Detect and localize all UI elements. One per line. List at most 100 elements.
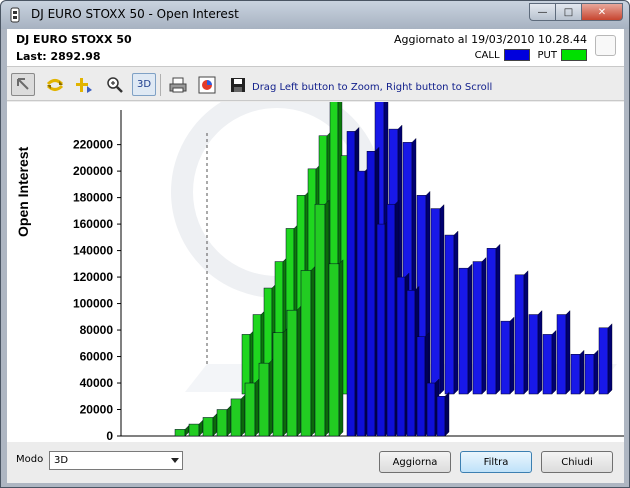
call-front-bar <box>386 203 396 437</box>
call-back-bar <box>514 274 525 395</box>
call-back-bar-side <box>495 243 501 395</box>
call-back-bar-side <box>565 310 571 395</box>
chart-properties-icon <box>198 76 216 93</box>
call-back-bar <box>584 354 595 395</box>
put-front-bar <box>174 429 186 437</box>
app-icon <box>10 7 20 23</box>
put-front-bar-side <box>324 199 330 437</box>
put-front-bar <box>202 417 214 437</box>
call-front-bar <box>356 170 366 437</box>
call-front-bar-side <box>444 391 450 437</box>
y-tick-label: 40000 <box>80 376 114 390</box>
call-back-bar <box>444 234 455 395</box>
instrument-title: DJ EURO STOXX 50 <box>16 33 132 46</box>
y-tick-label: 160000 <box>73 217 113 231</box>
filter-button[interactable]: Filtra <box>460 451 532 473</box>
refresh-button[interactable]: Aggiorna <box>379 451 451 473</box>
put-front-bar-side <box>198 419 204 437</box>
y-tick-label: 220000 <box>73 138 113 152</box>
toolbar: 3D Drag Left button to Zoom, Right butto… <box>7 68 624 101</box>
put-front-bar <box>300 270 312 437</box>
zoom-button[interactable] <box>103 73 127 96</box>
call-front-bar <box>436 396 446 437</box>
rotate-button[interactable] <box>43 73 67 96</box>
toolbar-separator <box>160 74 161 96</box>
mode-select[interactable]: 3D <box>49 451 183 470</box>
call-back-bar <box>598 327 609 395</box>
close-button[interactable]: Chiudi <box>541 451 613 473</box>
put-front-bar <box>216 409 228 437</box>
3d-toggle-button[interactable]: 3D <box>132 73 156 96</box>
put-front-bar <box>328 263 340 437</box>
minimize-button[interactable]: — <box>529 3 555 21</box>
y-tick-label: 120000 <box>73 270 113 284</box>
title-bar[interactable]: DJ EURO STOXX 50 - Open Interest — □ ✕ <box>1 1 629 29</box>
last-price: Last: 2892.98 <box>16 50 101 63</box>
save-icon <box>231 77 245 92</box>
close-window-button[interactable]: ✕ <box>581 3 623 21</box>
call-back-bar-side <box>551 329 557 395</box>
call-back-bar-side <box>509 316 515 395</box>
put-front-bar-side <box>338 259 344 437</box>
footer-bar: Modo 3D Aggiorna Filtra Chiudi <box>7 442 624 483</box>
call-front-bar <box>376 223 386 437</box>
legend-put-swatch <box>561 49 587 61</box>
move-button[interactable] <box>71 73 95 96</box>
call-back-bar <box>486 248 497 395</box>
y-axis-label: Open Interest <box>15 146 31 237</box>
chart-area[interactable]: 0 20000 40000 60000 80000 100000 120000 140000 1… <box>7 102 624 442</box>
rotate-icon <box>46 78 64 91</box>
call-back-bar-side <box>481 257 487 395</box>
put-front-bar <box>286 309 298 437</box>
call-back-bar-side <box>537 310 543 395</box>
call-back-bar-side <box>453 230 459 395</box>
legend-put-label: PUT <box>537 49 557 61</box>
call-front-bar <box>346 131 356 437</box>
toolbar-hint: Drag Left button to Zoom, Right button t… <box>252 82 493 93</box>
mode-select-value: 3D <box>54 455 69 466</box>
put-front-bar-side <box>310 265 316 437</box>
save-button[interactable] <box>226 73 250 96</box>
open-interest-chart[interactable]: 0 20000 40000 60000 80000 100000 120000 140000 1… <box>7 102 624 442</box>
call-front-bar <box>366 150 376 437</box>
call-back-bar-side <box>467 263 473 395</box>
updated-timestamp: Aggiornato al 19/03/2010 10.28.44 <box>393 33 587 46</box>
y-tick-label: 20000 <box>80 403 114 417</box>
call-back-bar-side <box>607 323 613 395</box>
put-front-bar-side <box>282 328 288 437</box>
y-tick-label: 200000 <box>73 164 113 178</box>
call-back-bar <box>430 208 441 395</box>
call-front-bar <box>426 382 436 437</box>
put-front-bar-side <box>184 424 190 437</box>
y-tick-label: 140000 <box>73 244 113 258</box>
client-area: DJ EURO STOXX 50 Last: 2892.98 Aggiornat… <box>7 29 624 483</box>
window-title: DJ EURO STOXX 50 - Open Interest <box>31 7 239 21</box>
window-controls: — □ ✕ <box>529 3 623 21</box>
put-front-bar-side <box>296 305 302 437</box>
mode-label: Modo <box>16 454 44 465</box>
call-back-bar <box>542 334 553 395</box>
y-tick-label: 180000 <box>73 191 113 205</box>
select-arrow-icon <box>17 77 29 90</box>
call-back-bar <box>570 354 581 395</box>
put-front-bar <box>272 332 284 437</box>
call-front-bar <box>416 336 426 437</box>
header-checkbox[interactable] <box>595 35 616 56</box>
legend: CALL PUT <box>467 49 587 61</box>
chart-properties-button[interactable] <box>195 73 219 96</box>
call-back-bar <box>500 320 511 395</box>
print-button[interactable] <box>166 73 190 96</box>
zoom-icon <box>107 76 123 93</box>
print-icon <box>169 77 187 92</box>
info-header: DJ EURO STOXX 50 Last: 2892.98 Aggiornat… <box>7 29 624 67</box>
put-front-bar-side <box>254 378 260 437</box>
put-front-bar <box>188 423 200 437</box>
move-icon <box>76 77 92 93</box>
put-front-bar <box>314 203 326 437</box>
select-tool-button[interactable] <box>11 73 35 96</box>
put-front-bar <box>258 362 270 437</box>
call-back-bar <box>472 261 483 395</box>
put-front-bar-side <box>212 412 218 437</box>
maximize-button[interactable]: □ <box>555 3 581 21</box>
legend-call-label: CALL <box>474 49 500 61</box>
